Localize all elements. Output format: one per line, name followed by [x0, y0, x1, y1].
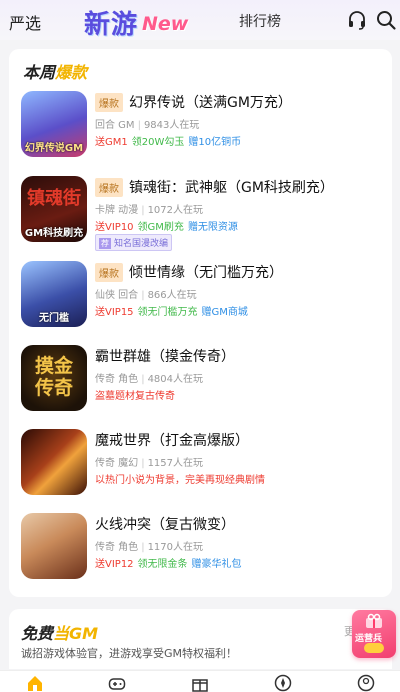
float-gift-badge[interactable]: 运营兵 [352, 610, 396, 658]
feature-tag: 荐知名国漫改编 [95, 234, 173, 251]
search-icon[interactable] [375, 9, 397, 31]
top-bar: 严选 新游 New 排行榜 [0, 0, 400, 40]
game-genre: 传奇 角色 [95, 374, 139, 385]
perk: 赠豪华礼包 [191, 559, 242, 570]
app-logo: 新游 New [84, 4, 189, 40]
headset-icon[interactable] [346, 9, 368, 31]
free-gm-card: 免费当GM 诚招游戏体验官，进游戏享受GM特权福利！ 更 [9, 609, 392, 669]
game-meta: 传奇 魔幻 | 1157人在玩 [95, 458, 204, 469]
feature-tag-label: 知名国漫改编 [114, 239, 169, 249]
game-thumbnail[interactable]: 摸金传奇 [21, 345, 87, 411]
perk: 送VIP12 [95, 559, 134, 570]
game-perks: 送VIP10 领GM刷充 赠无限资源 [95, 218, 242, 233]
game-genre: 传奇 魔幻 [95, 458, 139, 469]
game-name[interactable]: 倾世情缘（无门槛万充） [129, 262, 283, 282]
game-meta: 回合 GM | 9843人在玩 [95, 120, 200, 131]
perk: 赠无限资源 [187, 222, 238, 233]
section-title-b: 爆款 [55, 63, 88, 82]
game-perks: 送VIP15 领无门槛万充 赠GM商城 [95, 303, 252, 318]
game-perks: 以热门小说为背景，完美再现经典剧情 [95, 471, 269, 486]
game-item[interactable]: 火线冲突（复古微变） 传奇 角色 | 1170人在玩 送VIP12 领无限金条 赠豪华礼… [21, 513, 381, 583]
bottom-tab-bar [0, 670, 400, 692]
tab-rank[interactable]: 排行榜 [239, 11, 281, 31]
game-meta: 仙侠 回合 | 866人在玩 [95, 290, 197, 301]
player-count: 866人在玩 [147, 290, 197, 301]
perk: 送VIP15 [95, 307, 134, 318]
home-icon[interactable] [26, 674, 44, 692]
game-item[interactable]: 无门槛 爆款 倾世情缘（无门槛万充） 仙侠 回合 | 866人在玩 送VIP15 领无… [21, 261, 381, 331]
tab-yanxuan[interactable]: 严选 [9, 10, 41, 34]
game-thumbnail[interactable]: 无门槛 [21, 261, 87, 327]
game-name[interactable]: 幻界传说（送满GM万充） [129, 92, 292, 112]
gift-icon[interactable] [191, 674, 209, 692]
gamepad-icon[interactable] [108, 674, 126, 692]
player-count: 1157人在玩 [147, 458, 204, 469]
player-count: 1072人在玩 [147, 205, 204, 216]
thumb-label: GM科技刷充 [24, 228, 84, 239]
perk: 送GM1 [95, 137, 128, 148]
game-name[interactable]: 魔戒世界（打金高爆版） [95, 430, 249, 450]
player-count: 9843人在玩 [143, 120, 200, 131]
game-thumbnail[interactable]: 幻界传说GM [21, 91, 87, 157]
hot-games-card: 本周爆款 幻界传说GM 爆款 幻界传说（送满GM万充） 回合 GM | 9843人在… [9, 49, 392, 597]
game-item[interactable]: 魔戒世界（打金高爆版） 传奇 魔幻 | 1157人在玩 以热门小说为背景，完美再现经… [21, 429, 381, 499]
game-thumbnail[interactable] [21, 429, 87, 495]
game-meta: 传奇 角色 | 1170人在玩 [95, 542, 204, 553]
hot-badge: 爆款 [95, 177, 123, 197]
hot-badge: 爆款 [95, 92, 123, 112]
game-item[interactable]: 幻界传说GM 爆款 幻界传说（送满GM万充） 回合 GM | 9843人在玩 送GM… [21, 91, 381, 161]
thumb-title: 摸金传奇 [34, 355, 73, 399]
recommend-icon: 荐 [99, 238, 111, 249]
game-perks: 送GM1 领20W勾玉 赠10亿铜币 [95, 133, 245, 148]
game-thumbnail[interactable]: 镇魂街 GM科技刷充 [21, 176, 87, 242]
player-count: 1170人在玩 [147, 542, 204, 553]
perk: 领20W勾玉 [131, 137, 185, 148]
game-perks: 盗墓题材复古传奇 [95, 387, 179, 402]
profile-icon[interactable] [357, 674, 375, 692]
perk: 领GM刷充 [137, 222, 184, 233]
logo-text-cn: 新游 [84, 10, 139, 40]
game-name[interactable]: 镇魂街：武神躯（GM科技刷充） [129, 177, 334, 197]
logo-text-en: New [142, 13, 189, 35]
game-meta: 传奇 角色 | 4804人在玩 [95, 374, 204, 385]
game-genre: 卡牌 动漫 [95, 205, 139, 216]
section-desc: 诚招游戏体验官，进游戏享受GM特权福利！ [21, 647, 238, 660]
game-perks: 送VIP12 领无限金条 赠豪华礼包 [95, 555, 246, 570]
section-title-b: 当GM [53, 624, 99, 643]
game-item[interactable]: 摸金传奇 霸世群雄（摸金传奇） 传奇 角色 | 4804人在玩 盗墓题材复古传奇 [21, 345, 381, 415]
player-count: 4804人在玩 [147, 374, 204, 385]
game-name[interactable]: 霸世群雄（摸金传奇） [95, 346, 235, 366]
game-genre: 仙侠 回合 [95, 290, 139, 301]
perk: 赠GM商城 [201, 307, 248, 318]
section-title: 本周爆款 [23, 59, 87, 83]
thumb-label: 幻界传说GM [24, 143, 84, 154]
compass-icon[interactable] [274, 674, 292, 692]
hot-badge: 爆款 [95, 262, 123, 282]
perk: 领无限金条 [137, 559, 188, 570]
game-genre: 传奇 角色 [95, 542, 139, 553]
perk: 送VIP10 [95, 222, 134, 233]
perk: 领无门槛万充 [137, 307, 198, 318]
thumb-title: 镇魂街 [27, 188, 81, 209]
perk: 盗墓题材复古传奇 [95, 391, 175, 402]
thumb-label: 无门槛 [39, 313, 69, 324]
perk: 赠10亿铜币 [188, 137, 242, 148]
game-genre: 回合 GM [95, 120, 135, 131]
gift-box-icon [366, 613, 382, 628]
game-name[interactable]: 火线冲突（复古微变） [95, 514, 235, 534]
section-title: 免费当GM [21, 620, 98, 644]
game-thumbnail[interactable] [21, 513, 87, 579]
perk: 以热门小说为背景，完美再现经典剧情 [95, 475, 265, 486]
section-title-a: 免费 [21, 624, 54, 643]
game-item[interactable]: 镇魂街 GM科技刷充 爆款 镇魂街：武神躯（GM科技刷充） 卡牌 动漫 | 1072… [21, 176, 381, 251]
section-title-a: 本周 [23, 63, 56, 82]
coin-icon [364, 643, 384, 653]
game-meta: 卡牌 动漫 | 1072人在玩 [95, 205, 204, 216]
